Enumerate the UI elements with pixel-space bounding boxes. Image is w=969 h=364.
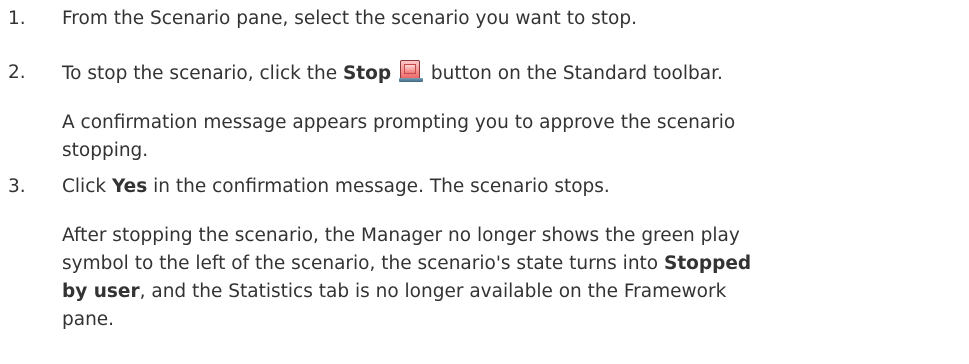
step-3-note-line-4: pane. <box>62 309 115 330</box>
step-2-text-before: To stop the scenario, click the <box>62 63 343 84</box>
instruction-document: 1. From the Scenario pane, select the sc… <box>0 0 969 364</box>
step-number: 3. <box>8 176 26 197</box>
step-3-text: Click Yes in the confirmation message. T… <box>62 174 610 200</box>
step-3-text-before: Click <box>62 176 112 197</box>
step-2-text-after: button on the Standard toolbar. <box>424 63 723 84</box>
step-3-note-line-2-text: symbol to the left of the scenario, the … <box>62 253 664 274</box>
step-2-text: To stop the scenario, click the Stop but… <box>62 60 723 87</box>
step-3-note-line-2: symbol to the left of the scenario, the … <box>62 251 751 277</box>
step-number: 2. <box>8 62 26 83</box>
stopped-label: Stopped <box>664 253 752 274</box>
step-number: 1. <box>8 8 26 29</box>
step-2-note-line-2: stopping. <box>62 140 149 161</box>
step-3-note-line-1: After stopping the scenario, the Manager… <box>62 225 740 246</box>
step-3-note-line-3-text: , and the Statistics tab is no longer av… <box>139 281 727 302</box>
step-1-text: From the Scenario pane, select the scena… <box>62 8 637 29</box>
yes-label: Yes <box>111 176 148 197</box>
stop-label: Stop <box>342 63 392 84</box>
step-3-note-line-3: by user, and the Statistics tab is no lo… <box>62 279 726 305</box>
stop-icon <box>398 60 423 82</box>
step-2-note-line-1: A confirmation message appears prompting… <box>62 112 736 133</box>
by-user-label: by user <box>62 281 140 302</box>
step-3-text-after: in the confirmation message. The scenari… <box>147 176 610 197</box>
